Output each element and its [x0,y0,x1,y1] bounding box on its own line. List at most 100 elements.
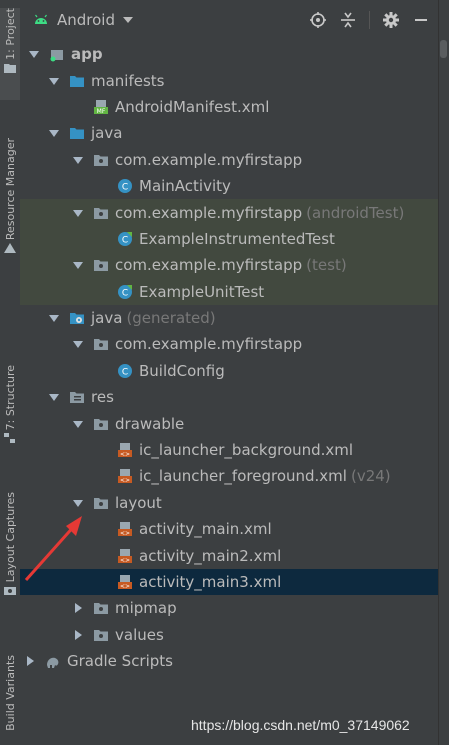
expand-arrow-icon[interactable] [72,338,84,350]
tree-row-label: com.example.myfirstapp [115,203,303,222]
tree-row[interactable]: C ExampleInstrumentedTest [20,225,438,253]
tree-row[interactable]: <> ic_launcher_foreground.xml (v24) [20,463,438,489]
expand-arrow-icon[interactable] [72,207,84,219]
expand-arrow-icon[interactable] [72,154,84,166]
svg-text:<>: <> [120,583,130,590]
tree-row[interactable]: C BuildConfig [20,358,438,384]
tree-row[interactable]: com.example.myfirstapp (androidTest) [20,199,438,226]
module-icon [50,50,63,62]
xml-file-icon: <> [118,443,132,458]
camera-icon [4,587,16,596]
toolbar-separator [369,11,370,29]
xml-file-icon: <> [118,548,132,564]
tree-row[interactable]: java (generated) [20,305,438,331]
tree-row[interactable]: drawable [20,410,438,436]
tree-row-label: java [91,124,123,143]
tab-structure-label: 7: Structure [3,365,17,431]
folder-icon [70,75,84,87]
expand-arrow-icon[interactable] [72,418,84,430]
structure-icon [4,433,15,444]
xml-file-icon: <> [118,522,132,537]
package-icon [94,260,108,272]
tree-row-label: MainActivity [139,177,231,196]
svg-text:<>: <> [120,557,130,564]
tree-row-suffix: (androidTest) [306,203,405,222]
svg-text:C: C [122,288,128,298]
tree-row[interactable]: com.example.myfirstapp [20,331,438,357]
collapse-arrow-icon[interactable] [72,629,84,641]
minimize-icon[interactable] [412,11,430,29]
svg-text:C: C [122,183,128,193]
scrollbar-track[interactable] [438,0,449,745]
tree-row-label: ExampleUnitTest [139,282,265,301]
test-class-icon: C [118,284,132,299]
collapse-all-icon[interactable] [339,11,357,29]
tree-row-label: values [115,625,164,644]
package-icon [94,154,108,166]
chevron-down-icon[interactable] [123,17,133,23]
svg-text:<>: <> [120,451,130,458]
tree-row-label: Gradle Scripts [67,652,173,671]
xml-file-icon: <> [118,469,132,484]
android-icon [35,14,47,24]
scrollbar-thumb[interactable] [440,40,447,58]
tree-row[interactable]: MF AndroidManifest.xml [20,94,438,120]
tree-row-label: manifests [91,71,165,90]
test-class-icon: C [118,231,132,246]
tab-build-variants[interactable]: Build Variants [0,655,20,740]
tree-row-label: mipmap [115,599,177,618]
gear-icon[interactable] [382,11,400,29]
expand-arrow-icon[interactable] [48,391,60,403]
folder-icon [70,128,84,140]
tree-row-label: app [71,45,103,64]
svg-text:MF: MF [97,108,106,115]
tree-row-label: com.example.myfirstapp [115,335,303,354]
tree-row-suffix: (generated) [126,309,216,328]
xml-file-icon: <> [118,575,132,590]
tree-row[interactable]: manifests [20,67,438,93]
tree-row[interactable]: res [20,384,438,410]
expand-arrow-icon[interactable] [72,497,84,509]
expand-arrow-icon[interactable] [72,259,84,271]
expand-arrow-icon[interactable] [28,48,40,60]
gradle-icon [47,657,59,669]
expand-arrow-icon[interactable] [48,127,60,139]
tab-project[interactable]: 1: Project [0,8,20,100]
resource-manager-icon [4,243,16,254]
tree-row-label: drawable [115,414,185,433]
collapse-arrow-icon[interactable] [24,655,36,667]
watermark: https://blog.csdn.net/m0_37149062 [191,717,410,733]
view-selector[interactable]: Android [57,11,115,29]
package-icon [94,603,108,615]
tree-row[interactable]: values [20,622,438,648]
tree-row[interactable]: com.example.myfirstapp (test) [20,252,438,279]
tree-row[interactable]: java [20,120,438,146]
tree-row-suffix: (test) [306,256,347,275]
package-icon [94,418,108,430]
tab-structure[interactable]: 7: Structure [0,365,20,460]
package-icon [94,497,108,509]
res-folder-icon [70,392,84,404]
tree-row[interactable]: Gradle Scripts [20,648,438,674]
tab-resource-manager[interactable]: Resource Manager [0,138,20,288]
collapse-arrow-icon[interactable] [72,602,84,614]
tree-row[interactable]: C ExampleUnitTest [20,278,438,305]
tab-project-label: 1: Project [3,8,17,60]
package-icon [94,629,108,641]
tree-row[interactable]: com.example.myfirstapp [20,147,438,173]
tree-row[interactable]: mipmap [20,595,438,621]
class-icon: C [118,363,132,378]
tree-row[interactable]: <> ic_launcher_background.xml [20,437,438,463]
expand-arrow-icon[interactable] [48,75,60,87]
tree-row-label: res [91,388,114,407]
tree-row[interactable]: C MainActivity [20,173,438,199]
expand-arrow-icon[interactable] [48,312,60,324]
project-panel: Android app manifests MF AndroidManifest… [20,0,438,745]
locate-icon[interactable] [309,11,327,29]
class-icon: C [118,179,132,194]
tree-row[interactable]: app [20,41,438,67]
tab-layout-captures[interactable]: Layout Captures [0,492,20,614]
tab-build-variants-label: Build Variants [3,655,17,731]
svg-text:<>: <> [120,530,130,537]
generated-folder-icon [70,313,84,325]
